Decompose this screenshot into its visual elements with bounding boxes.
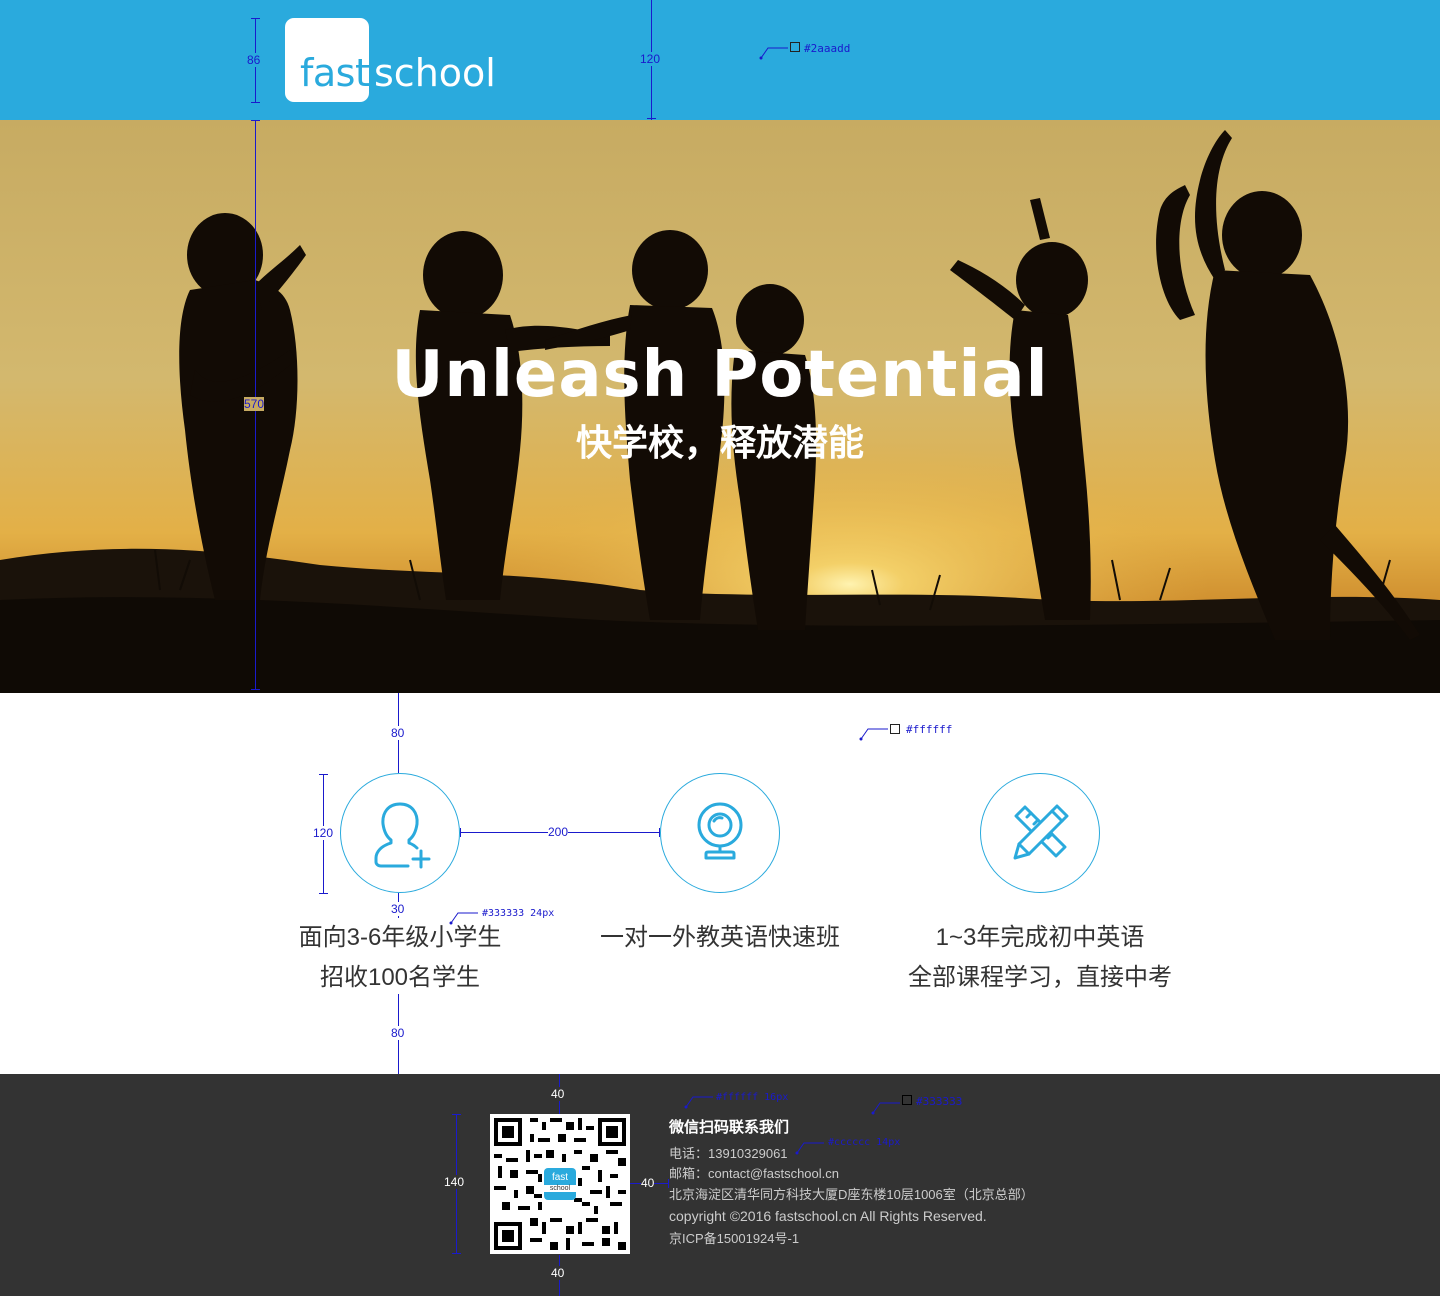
dim-label-qr: 140 bbox=[444, 1175, 465, 1189]
feature-line: 全部课程学习，直接中考 bbox=[908, 964, 1172, 991]
qr-code-image bbox=[490, 1114, 630, 1254]
footer-phone: 电话：13910329061 bbox=[669, 1146, 788, 1161]
annotation-pointer bbox=[684, 1096, 713, 1109]
qr-logo-text: fast bbox=[551, 1172, 569, 1183]
feature-text-students: 面向3-6年级小学生 招收100名学生 bbox=[240, 918, 560, 998]
dim-label-hero: 570 bbox=[244, 397, 265, 411]
webcam-icon bbox=[697, 802, 743, 860]
header-bar: fast school 86 120 #2aaadd bbox=[0, 0, 1440, 120]
feature-line: 招收100名学生 bbox=[319, 964, 481, 991]
dim-label-gap: 200 bbox=[548, 825, 569, 839]
feature-line: 1~3年完成初中英语 bbox=[935, 924, 1145, 951]
pencil-ruler-icon bbox=[1013, 804, 1069, 860]
dim-label-circle: 120 bbox=[313, 826, 334, 840]
dim-label-text-gap: 30 bbox=[391, 902, 405, 916]
wechat-qr-code[interactable]: fast school bbox=[490, 1114, 630, 1254]
dim-tick bbox=[452, 1114, 461, 1115]
hero-title: Unleash Potential bbox=[391, 338, 1049, 412]
color-annotation-footer: #333333 bbox=[916, 1095, 963, 1108]
logo-school-text[interactable]: school bbox=[374, 54, 496, 92]
dim-label-footer-top: 40 bbox=[551, 1087, 565, 1101]
dim-tick bbox=[251, 18, 260, 19]
feature-line: 一对一外教英语快速班 bbox=[600, 924, 840, 951]
footer-copyright: copyright ©2016 fastschool.cn All Rights… bbox=[669, 1208, 987, 1224]
dim-tick bbox=[460, 828, 461, 837]
hero-subtitle: 快学校，释放潜能 bbox=[575, 422, 864, 463]
footer-email[interactable]: 邮箱：contact@fastschool.cn bbox=[669, 1167, 839, 1180]
color-annotation-features: #ffffff bbox=[906, 723, 953, 736]
dim-tick bbox=[251, 120, 260, 121]
add-user-icon bbox=[374, 802, 431, 869]
dim-label-header: 120 bbox=[640, 52, 661, 66]
dim-label-footer-bottom: 40 bbox=[551, 1266, 565, 1280]
dim-tick bbox=[647, 118, 656, 119]
text-annotation-footer-body: #cccccc 14px bbox=[828, 1137, 901, 1148]
footer: fast school 40 140 40 40 #ffffff 16px #3… bbox=[0, 1074, 1440, 1296]
annotation-pointer bbox=[871, 1102, 900, 1115]
qr-logo-sub-text: school bbox=[544, 1185, 576, 1192]
feature-line: 面向3-6年级小学生 bbox=[298, 924, 502, 951]
footer-title: 微信扫码联系我们 bbox=[669, 1119, 790, 1136]
feature-icon-circle-students bbox=[340, 773, 460, 893]
feature-icon-circle-curriculum bbox=[980, 773, 1100, 893]
feature-icon-circle-tutoring bbox=[660, 773, 780, 893]
annotation-pointer bbox=[795, 1142, 824, 1155]
footer-icp[interactable]: 京ICP备15001924号-1 bbox=[669, 1232, 799, 1245]
color-annotation-header: #2aaadd bbox=[804, 42, 851, 55]
footer-address: 北京海淀区清华同方科技大厦D座东楼10层1006室（北京总部） bbox=[669, 1187, 1034, 1202]
dim-tick bbox=[251, 689, 260, 690]
dim-tick bbox=[452, 1253, 461, 1254]
color-swatch bbox=[902, 1095, 912, 1105]
feature-text-curriculum: 1~3年完成初中英语 全部课程学习，直接中考 bbox=[880, 918, 1200, 998]
dim-tick bbox=[319, 893, 328, 894]
color-swatch bbox=[890, 724, 900, 734]
hero-banner: Unleash Potential 快学校，释放潜能 570 bbox=[0, 120, 1440, 693]
dim-label-logo: 86 bbox=[247, 53, 261, 67]
features-section: #ffffff 80 120 200 30 #333333 24px 面向3-6… bbox=[0, 693, 1440, 1074]
annotation-pointer bbox=[859, 728, 888, 741]
feature-text-tutoring: 一对一外教英语快速班 bbox=[560, 918, 880, 958]
dim-tick bbox=[251, 102, 260, 103]
dim-label-features-bottom: 80 bbox=[391, 1026, 405, 1040]
text-annotation-footer-title: #ffffff 16px bbox=[716, 1092, 789, 1103]
annotation-pointer bbox=[759, 47, 788, 60]
dim-label-footer-gap: 40 bbox=[641, 1176, 655, 1190]
dim-label-features-top: 80 bbox=[391, 726, 405, 740]
logo-fast-text[interactable]: fast bbox=[300, 54, 370, 92]
color-swatch bbox=[790, 42, 800, 52]
dim-tick bbox=[319, 774, 328, 775]
